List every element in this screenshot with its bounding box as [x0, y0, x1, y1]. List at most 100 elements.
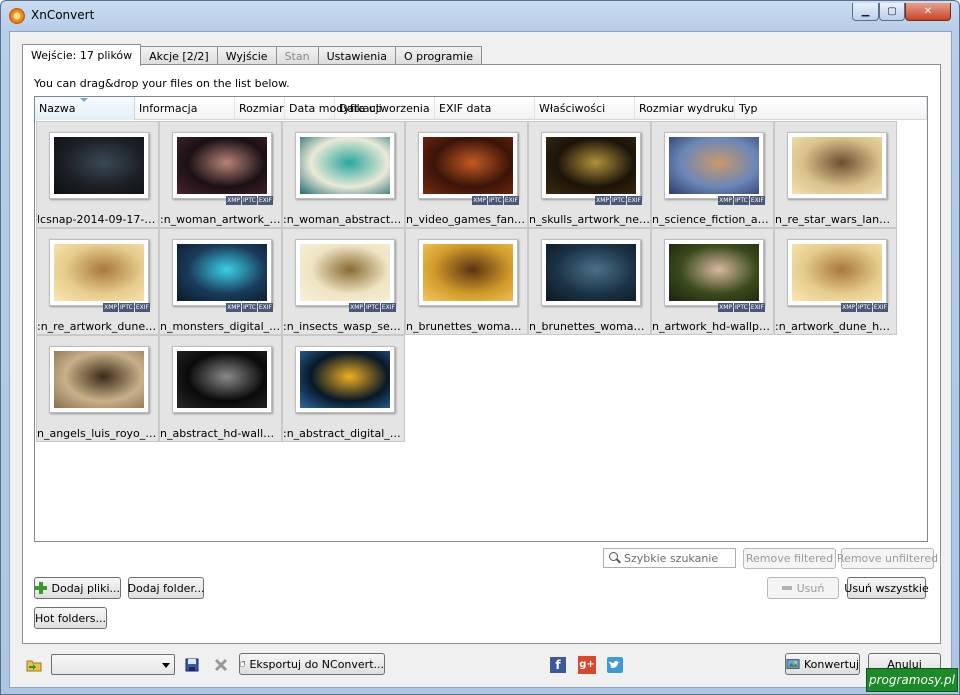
thumbnail-image: [546, 244, 636, 301]
file-name: n_artwork_hd-wallpap...: [652, 320, 773, 333]
metadata-badge: XMP: [472, 196, 487, 205]
sort-ascending-icon: [80, 98, 88, 102]
add-files-button[interactable]: Dodaj pliki...: [34, 577, 121, 599]
metadata-badge: EXIF: [257, 196, 273, 205]
chevron-down-icon: [162, 663, 170, 668]
facebook-icon[interactable]: f: [550, 657, 566, 673]
export-nconvert-button[interactable]: Eksportuj do NConvert...: [239, 653, 385, 675]
metadata-badge: IPTC: [241, 196, 257, 205]
metadata-badge: EXIF: [503, 196, 519, 205]
tab-3[interactable]: Stan: [275, 46, 319, 65]
file-thumbnail-item[interactable]: XMP IPTC EXIF:n_re_artwork_dune_h...: [36, 228, 159, 335]
client-area: Wejście: 17 plików Akcje [2/2] Wyjście Stan…: [9, 31, 952, 688]
file-thumbnail-item[interactable]: XMP IPTC EXIF n_video_games_fanta...: [405, 121, 528, 228]
tab-0[interactable]: Wejście: 17 plików: [22, 44, 142, 66]
metadata-badge: IPTC: [364, 303, 380, 312]
thumbnail-frame: [49, 346, 149, 413]
thumbnail-image: [54, 244, 144, 301]
remove-unfiltered-button[interactable]: Remove unfiltered: [837, 548, 938, 569]
export-nconvert-label: Eksportuj do NConvert...: [249, 657, 384, 671]
tab-1[interactable]: Akcje [2/2]: [140, 46, 218, 65]
add-folder-button[interactable]: Dodaj folder...: [128, 577, 204, 599]
thumbnail-frame: [172, 239, 272, 306]
file-name: :n_abstract_digital_art...: [283, 427, 404, 440]
thumbnail-image: [669, 137, 759, 194]
metadata-badge: IPTC: [487, 196, 503, 205]
file-thumbnail-item[interactable]: n_brunettes_woman_...: [528, 228, 651, 335]
column-header-label: Data utworzenia: [339, 102, 430, 115]
tab-4[interactable]: Ustawienia: [317, 46, 397, 65]
quick-search-input[interactable]: Szybkie szukanie: [603, 548, 736, 568]
column-header[interactable]: Nazwa: [35, 97, 135, 120]
open-folder-icon[interactable]: [26, 657, 42, 673]
metadata-badges: XMP IPTC EXIF: [226, 303, 273, 312]
twitter-icon[interactable]: [607, 657, 623, 673]
delete-icon[interactable]: [213, 657, 229, 673]
metadata-badge: IPTC: [733, 196, 749, 205]
file-thumbnail-item[interactable]: XMP IPTC EXIF n_monsters_digital_ar...: [159, 228, 282, 335]
convert-button[interactable]: Konwertuj: [785, 653, 860, 675]
column-header[interactable]: Właściwości: [535, 97, 635, 120]
file-thumbnail-item[interactable]: n_re_star_wars_lands...: [774, 121, 897, 228]
thumbnail-image: [177, 137, 267, 194]
close-button[interactable]: ✕: [905, 3, 951, 21]
thumbnail-image: [300, 244, 390, 301]
file-name: n_brunettes_woman_...: [529, 320, 650, 333]
remove-all-button[interactable]: Usuń wszystkie: [844, 577, 929, 599]
column-header[interactable]: Data utworzenia: [335, 97, 435, 120]
file-thumbnail-item[interactable]: XMP IPTC EXIF n_skulls_artwork_necr...: [528, 121, 651, 228]
tab-2[interactable]: Wyjście: [216, 46, 277, 65]
save-icon[interactable]: [184, 657, 200, 673]
tab-5[interactable]: O programie: [395, 46, 482, 65]
metadata-badges: XMP IPTC EXIF: [349, 303, 396, 312]
column-header-label: EXIF data: [439, 102, 492, 115]
column-header[interactable]: Rozmiar wydruku: [635, 97, 735, 120]
metadata-badge: XMP: [718, 196, 733, 205]
column-header[interactable]: Typ: [735, 97, 927, 120]
file-thumbnail-item[interactable]: XMP IPTC EXIF:n_artwork_dune_hd-...: [774, 228, 897, 335]
preset-select[interactable]: [51, 654, 175, 675]
minimize-button[interactable]: ▁: [852, 3, 879, 21]
google-plus-icon[interactable]: g+: [578, 656, 596, 674]
file-thumbnail-item[interactable]: n_angels_luis_royo_di...: [36, 335, 159, 442]
thumbnail-image: [177, 244, 267, 301]
file-thumbnail-item[interactable]: XMP IPTC EXIF:n_woman_artwork_hd...: [159, 121, 282, 228]
column-header-label: Nazwa: [39, 102, 76, 115]
thumbnail-frame: [49, 239, 149, 306]
file-thumbnail-item[interactable]: n_abstract_hd-wallpa...: [159, 335, 282, 442]
file-thumbnail-item[interactable]: lcsnap-2014-09-17-13...: [36, 121, 159, 228]
thumbnail-frame: [541, 132, 641, 199]
window-title: XnConvert: [31, 8, 95, 22]
file-thumbnail-item[interactable]: XMP IPTC EXIF n_artwork_hd-wallpap...: [651, 228, 774, 335]
metadata-badge: EXIF: [257, 303, 273, 312]
file-thumbnail-item[interactable]: :n_woman_abstract_d...: [282, 121, 405, 228]
file-name: n_monsters_digital_ar...: [160, 320, 281, 333]
file-name: :n_woman_abstract_d...: [283, 213, 404, 226]
file-thumbnail-item[interactable]: :n_abstract_digital_art...: [282, 335, 405, 442]
remove-filtered-button[interactable]: Remove filtered: [743, 548, 836, 569]
column-header[interactable]: EXIF data: [435, 97, 535, 120]
title-bar[interactable]: XnConvert ▁ ▢ ✕: [1, 1, 959, 31]
file-thumbnail-item[interactable]: XMP IPTC EXIF:n_insects_wasp_sepia...: [282, 228, 405, 335]
thumbnail-frame: [787, 132, 887, 199]
column-header[interactable]: Data modyfikacji: [285, 97, 382, 120]
column-header-label: Rozmiar wydruku: [639, 102, 735, 115]
add-icon: [35, 582, 47, 594]
thumbnail-image: [792, 137, 882, 194]
file-thumbnail-item[interactable]: XMP IPTC EXIF n_science_fiction_art...: [651, 121, 774, 228]
file-list[interactable]: Nazwa Informacja Rozmiar Data modyfikacji Da…: [34, 96, 928, 542]
hot-folders-button[interactable]: Hot folders...: [34, 607, 107, 629]
column-header[interactable]: Informacja: [135, 97, 235, 120]
main-window: XnConvert ▁ ▢ ✕ Wejście: 17 plików Akcje …: [0, 0, 960, 695]
file-thumbnail-item[interactable]: n_brunettes_woman_...: [405, 228, 528, 335]
search-icon: [608, 551, 622, 565]
column-header[interactable]: Rozmiar: [235, 97, 285, 120]
maximize-button[interactable]: ▢: [879, 3, 905, 21]
metadata-badge: XMP: [226, 303, 241, 312]
file-name: n_video_games_fanta...: [406, 213, 527, 226]
file-name: n_science_fiction_art...: [652, 213, 773, 226]
metadata-badges: XMP IPTC EXIF: [103, 303, 150, 312]
metadata-badges: XMP IPTC EXIF: [841, 303, 888, 312]
remove-button[interactable]: Usuń: [767, 577, 839, 599]
file-name: n_angels_luis_royo_di...: [37, 427, 158, 440]
